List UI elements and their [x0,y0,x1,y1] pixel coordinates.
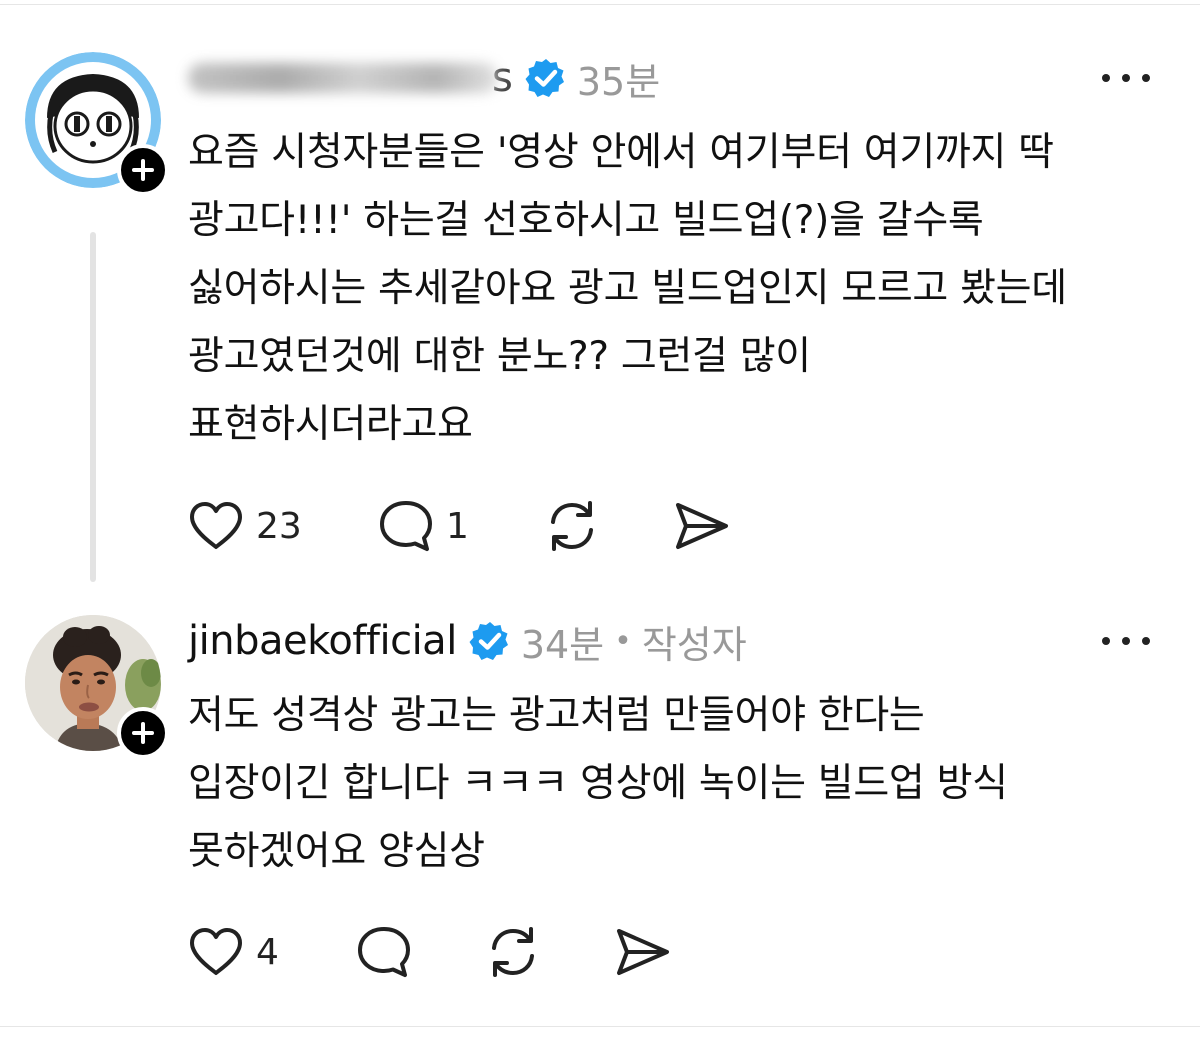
plus-icon [132,159,154,181]
more-options-button[interactable] [1102,68,1150,88]
post-time: 35분 [576,59,661,104]
reply-button[interactable]: 1 [378,499,543,553]
repost-button[interactable] [484,924,614,980]
share-icon [676,503,728,549]
post-actions: 4 [188,922,672,982]
post-time: 34분 [520,622,605,667]
verified-icon [525,57,567,99]
post-actions: 23 1 [188,496,731,556]
post-body-line: 저도 성격상 광고는 광고처럼 만들어야 한다는 [188,693,925,738]
like-button[interactable]: 4 [188,927,356,977]
post-body-line: 광고였던것에 대한 분노?? 그런걸 많이 [188,334,811,379]
verified-icon [469,620,511,662]
post-body-line: 싫어하시는 추세같아요 광고 빌드업인지 모르고 봤는데 [188,266,1067,311]
post-body-line: 표현하시더라고요 [188,402,473,447]
repost-button[interactable] [543,498,673,554]
post-body-line: 요즘 시청자분들은 '영상 안에서 여기부터 여기까지 딱 [188,130,1054,175]
reply-count: 1 [446,505,469,547]
post-body-line: 못하겠어요 양심상 [188,829,485,874]
post-body-line: 입장이긴 합니다 ㅋㅋㅋ 영상에 녹이는 빌드업 방식 [188,761,1008,806]
more-options-button[interactable] [1102,631,1150,651]
blurred-username[interactable] [188,63,498,93]
thread-line [90,232,96,582]
like-count: 23 [256,505,302,547]
post-header: jinbaekofficial 34분 • 작성자 [188,613,747,669]
more-icon [1102,74,1110,82]
bottom-divider [0,1026,1200,1027]
comment-icon [358,927,410,977]
author-tag: 작성자 [641,622,747,667]
more-icon [1102,637,1110,645]
post-body-line: 광고다!!!' 하는걸 선호하시고 빌드업(?)을 갈수록 [188,198,984,243]
like-button[interactable]: 23 [188,501,378,551]
share-icon [617,929,669,975]
username[interactable]: jinbaekofficial [188,618,457,664]
share-button[interactable] [614,926,672,978]
heart-icon [190,928,242,975]
repost-icon [492,927,534,977]
comment-icon [380,501,432,551]
follow-plus-button[interactable] [117,144,169,196]
like-count: 4 [256,931,279,973]
post-body: 요즘 시청자분들은 '영상 안에서 여기부터 여기까지 딱 광고다!!!' 하는… [188,119,1178,459]
plus-icon [132,722,154,744]
follow-plus-button[interactable] [117,707,169,759]
top-divider [0,4,1200,5]
repost-icon [551,501,593,551]
meta-separator: • [614,623,632,659]
post-body: 저도 성격상 광고는 광고처럼 만들어야 한다는 입장이긴 합니다 ㅋㅋㅋ 영상… [188,682,1178,886]
share-button[interactable] [673,500,731,552]
reply-button[interactable] [356,925,484,979]
heart-icon [190,502,242,549]
post-header: s 35분 [188,50,660,106]
